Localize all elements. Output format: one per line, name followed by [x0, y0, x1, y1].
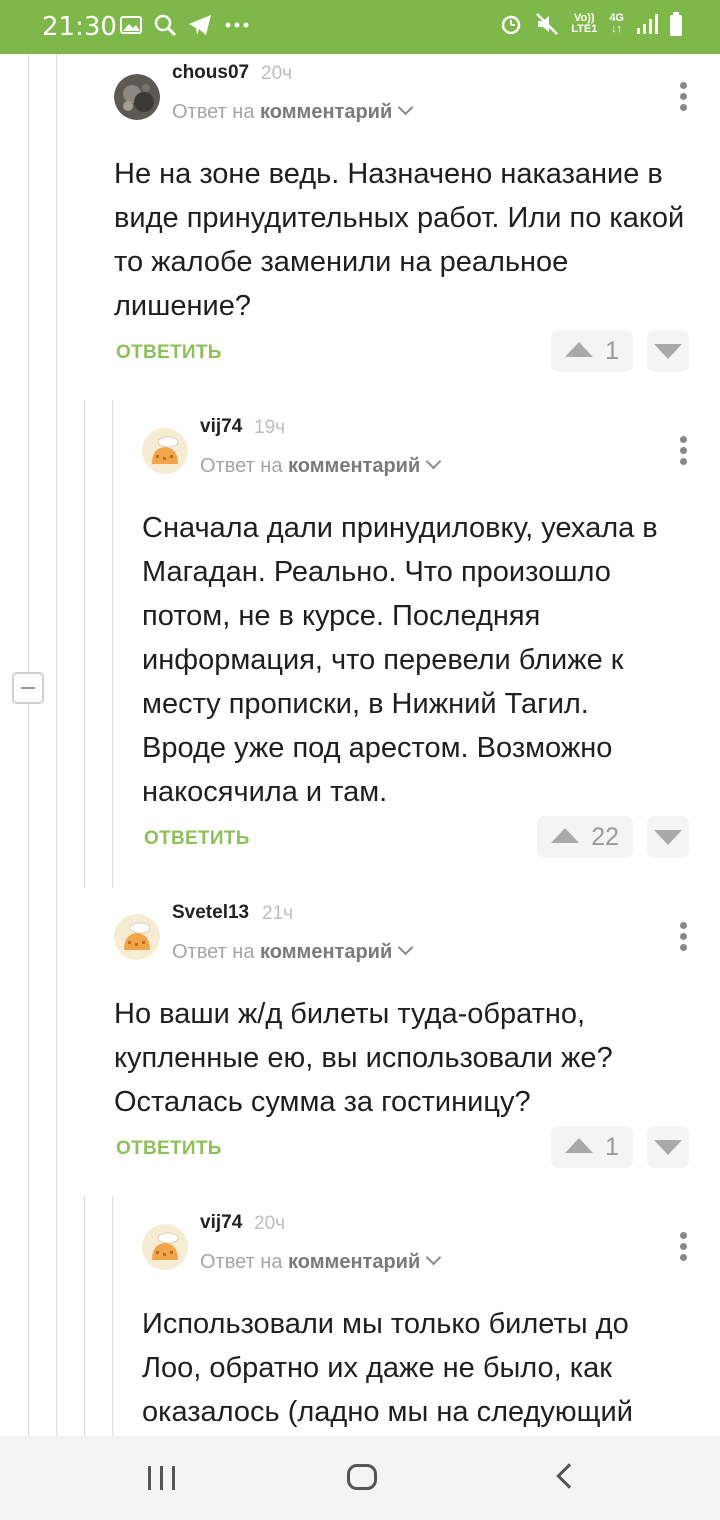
network-indicator: 4G ↓↑	[609, 12, 624, 35]
thread-line	[84, 1196, 85, 1436]
avatar[interactable]	[142, 1224, 188, 1270]
thread-line	[84, 400, 85, 888]
avatar[interactable]	[114, 914, 160, 960]
downvote-button[interactable]	[647, 816, 689, 858]
reply-to-link[interactable]: Ответ на комментарий	[200, 453, 442, 478]
reply-to-prefix: Ответ на	[200, 455, 283, 477]
thread-line	[112, 1196, 113, 1436]
signal-icon	[637, 14, 658, 34]
vote-count: 1	[605, 337, 619, 365]
comment-author[interactable]: vij74	[200, 416, 242, 438]
status-time: 21:30	[42, 12, 117, 42]
comment-text: Сначала дали принудиловку, уехала в Мага…	[142, 512, 658, 808]
vote-count: 1	[605, 1133, 619, 1161]
back-icon[interactable]	[556, 1463, 582, 1489]
default-avatar-icon	[142, 428, 188, 474]
reply-to-prefix: Ответ на	[172, 101, 255, 123]
reply-to-prefix: Ответ на	[200, 1251, 283, 1273]
lte-label: LTE1	[571, 23, 598, 35]
avatar[interactable]	[142, 428, 188, 474]
upvote-icon	[565, 1138, 593, 1153]
comment-author[interactable]: chous07	[172, 62, 249, 84]
reply-to-target[interactable]: комментарий	[260, 941, 392, 963]
search-icon	[154, 14, 176, 36]
comment-text: Не на зоне ведь. Назначено наказание в в…	[114, 158, 685, 322]
comment-time: 21ч	[262, 903, 294, 924]
upvote-button[interactable]: 1	[551, 330, 633, 372]
mute-icon	[536, 13, 559, 35]
upvote-icon	[565, 342, 593, 357]
collapse-thread-button[interactable]	[12, 672, 44, 704]
battery-icon	[670, 12, 682, 36]
reply-to-prefix: Ответ на	[172, 941, 255, 963]
reply-to-target[interactable]: комментарий	[288, 455, 420, 477]
telegram-icon	[189, 15, 211, 35]
more-notifications-icon	[225, 22, 249, 28]
photo-avatar-icon	[114, 74, 160, 120]
upvote-button[interactable]: 22	[537, 816, 633, 858]
comment-time: 20ч	[261, 63, 293, 84]
reply-to-link[interactable]: Ответ на комментарий	[172, 99, 414, 124]
downvote-button[interactable]	[647, 330, 689, 372]
comment-text: Использовали мы только билеты до Лоо, об…	[142, 1308, 633, 1428]
comment-author[interactable]: vij74	[200, 1212, 242, 1234]
reply-button[interactable]: ОТВЕТИТЬ	[116, 1138, 222, 1160]
chevron-down-icon	[397, 939, 414, 956]
thread-line	[56, 54, 57, 1436]
thread-line	[28, 54, 29, 1436]
system-nav-bar	[0, 1436, 720, 1520]
more-options-icon[interactable]	[680, 1232, 688, 1265]
home-icon[interactable]	[347, 1464, 377, 1490]
thread-line	[112, 400, 113, 888]
reply-to-target[interactable]: комментарий	[260, 101, 392, 123]
more-options-icon[interactable]	[680, 436, 688, 469]
more-options-icon[interactable]	[680, 922, 688, 955]
more-options-icon[interactable]	[680, 82, 688, 115]
alarm-icon	[501, 15, 521, 35]
upvote-button[interactable]: 1	[551, 1126, 633, 1168]
chevron-down-icon	[425, 453, 442, 470]
comment-time: 19ч	[254, 417, 286, 438]
comment-author[interactable]: Svetel13	[172, 902, 249, 924]
vote-count: 22	[591, 823, 619, 851]
reply-button[interactable]: ОТВЕТИТЬ	[144, 828, 250, 850]
reply-to-link[interactable]: Ответ на комментарий	[172, 939, 414, 964]
reply-button[interactable]: ОТВЕТИТЬ	[116, 342, 222, 364]
chevron-down-icon	[397, 99, 414, 116]
default-avatar-icon	[142, 1224, 188, 1270]
comment-text: Но ваши ж/д билеты туда-обратно, купленн…	[114, 998, 613, 1118]
gallery-icon	[120, 16, 142, 34]
upvote-icon	[551, 828, 579, 843]
avatar[interactable]	[114, 74, 160, 120]
default-avatar-icon	[114, 914, 160, 960]
recent-apps-icon[interactable]	[148, 1466, 176, 1490]
reply-to-target[interactable]: комментарий	[288, 1251, 420, 1273]
chevron-down-icon	[425, 1249, 442, 1266]
comment-time: 20ч	[254, 1213, 286, 1234]
volte-indicator: Vo)) LTE1	[571, 13, 597, 35]
reply-to-link[interactable]: Ответ на комментарий	[200, 1249, 442, 1274]
status-bar: 21:30 Vo)) LTE1 4G ↓↑	[0, 0, 720, 54]
downvote-button[interactable]	[647, 1126, 689, 1168]
